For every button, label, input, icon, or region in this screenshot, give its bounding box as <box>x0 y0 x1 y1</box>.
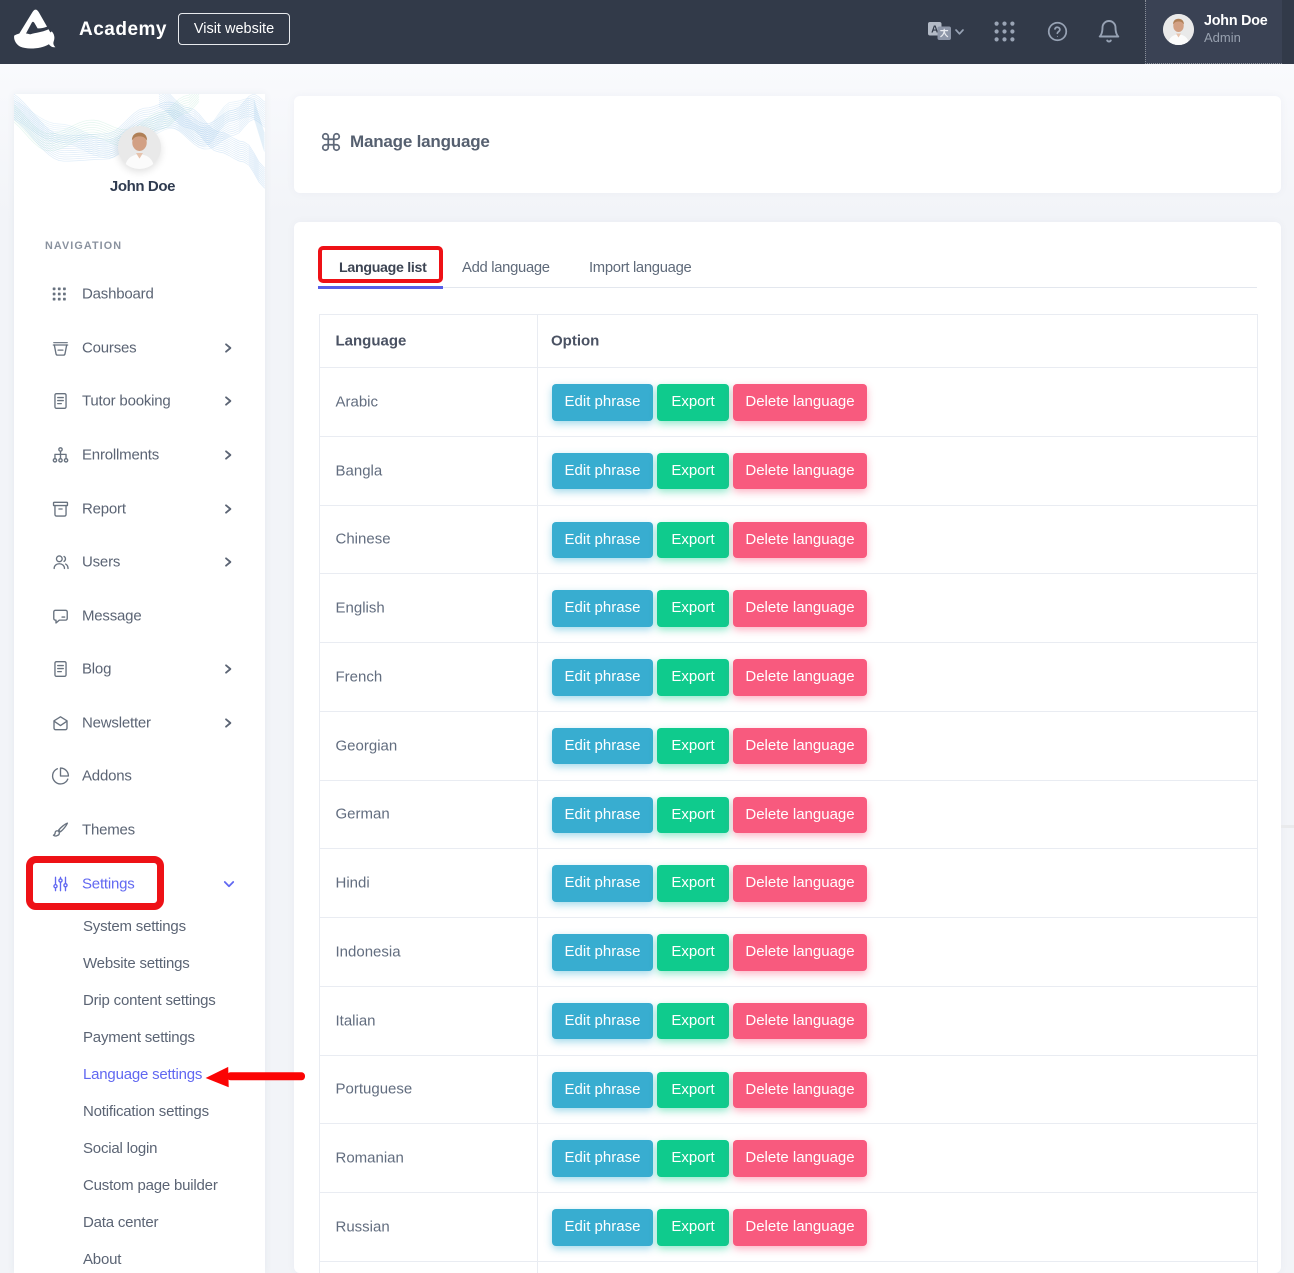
svg-text:A: A <box>931 24 938 35</box>
